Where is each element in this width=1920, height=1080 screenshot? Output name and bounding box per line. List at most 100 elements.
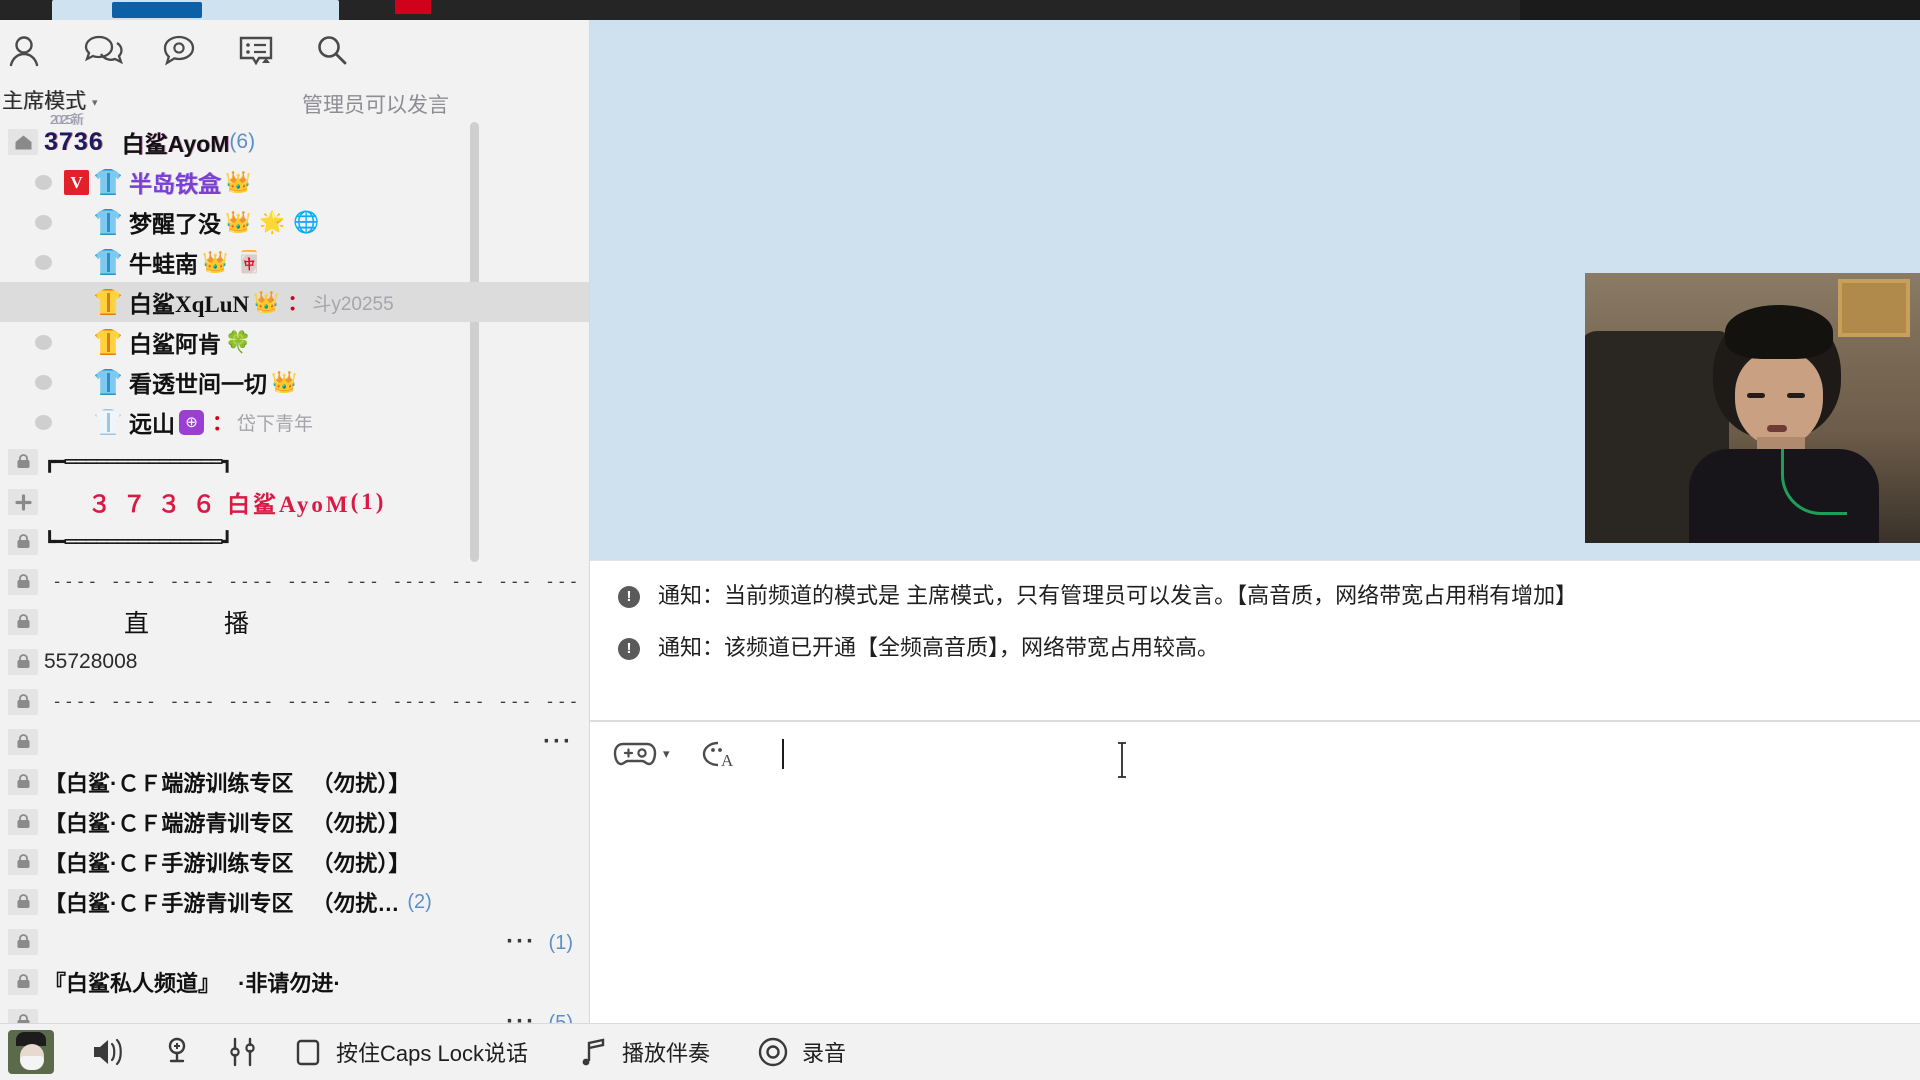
status-dot: [22, 334, 64, 350]
subchannel-decor-row[interactable]: ┏━═══════════════┓: [0, 442, 589, 482]
decor-line-top: ┏━═══════════════┓: [44, 450, 233, 473]
name-separator: ：: [287, 292, 309, 315]
play-accompaniment-label: 播放伴奏: [621, 1041, 710, 1066]
main-panel: ! 通知：当前频道的模式是 主席模式，只有管理员可以发言。【高音质，网络带宽占用…: [590, 20, 1920, 1023]
yy-voice-client-window: 主席模式 ▾ 管理员可以发言 2025新 3736 白鲨AyoM (6) V 半…: [0, 0, 1920, 1080]
notice-text: 通知：该频道已开通【全频高音质】，网络带宽占用较高。: [658, 635, 1220, 661]
ptt-key-icon[interactable]: 按住Caps Lock说话: [276, 1024, 544, 1080]
broadcast-panel-icon[interactable]: [230, 26, 282, 76]
lock-icon: [2, 729, 44, 755]
crown-emoji: 👑: [225, 210, 252, 234]
lock-icon: [2, 689, 44, 715]
info-icon: !: [618, 586, 640, 608]
subchannel-name: 『白鲨私人频道』: [44, 971, 221, 996]
lock-icon: [2, 529, 44, 555]
plus-icon[interactable]: [2, 489, 44, 515]
crown-emoji: 👑: [202, 250, 229, 274]
member-name: 半岛铁盒: [129, 171, 221, 197]
subchannel-row[interactable]: 【白鲨·ＣＦ手游青训专区 （勿扰… (2): [0, 882, 589, 922]
subchannel-live-row[interactable]: 直 播: [0, 602, 589, 642]
mouse-text-cursor: [1115, 742, 1127, 778]
avatar[interactable]: [8, 1030, 54, 1074]
member-row[interactable]: 看透世间一切 👑: [0, 362, 589, 402]
browser-tab-stub[interactable]: [52, 0, 339, 20]
subchannel-collapsed-row[interactable]: ··· (1): [0, 922, 589, 962]
member-row-selected[interactable]: 白鲨XqLuN 👑 ： 斗y20255: [0, 282, 589, 322]
subchannel-collapsed-row[interactable]: ···: [0, 722, 589, 762]
member-name: 白鲨XqLuN: [129, 292, 250, 317]
subchannel-name: 【白鲨·ＣＦ手游训练专区: [44, 851, 294, 876]
streamer-eye-right: [1787, 393, 1805, 398]
subchannel-name: 【白鲨·ＣＦ手游青训专区: [44, 891, 294, 916]
notice-item: ! 通知：该频道已开通【全频高音质】，网络带宽占用较高。: [612, 635, 1920, 661]
member-row[interactable]: 梦醒了没 👑 🌟 🌐: [0, 202, 589, 242]
wall-frame: [1838, 279, 1910, 337]
lock-icon: [2, 609, 44, 635]
decor-channel-count: (1): [350, 489, 387, 514]
channel-root-row[interactable]: 2025新 3736 白鲨AyoM (6): [0, 112, 589, 162]
status-dot: [22, 174, 64, 190]
subchannel-row[interactable]: 【白鲨·ＣＦ端游青训专区 （勿扰）】: [0, 802, 589, 842]
member-shirt-icon: [95, 409, 121, 435]
mahjong-emoji: 🀄: [236, 250, 263, 274]
member-row[interactable]: 白鲨阿肯 🍀: [0, 322, 589, 362]
mode-permission-note: 管理员可以发言: [302, 94, 449, 117]
subchannel-decor-row[interactable]: ---- ---- ---- ---- ---- --- ---- --- --…: [0, 562, 589, 602]
chrome-right-filler: [1520, 0, 1920, 20]
left-sidebar: 主席模式 ▾ 管理员可以发言 2025新 3736 白鲨AyoM (6) V 半…: [0, 20, 590, 1023]
chevron-down-icon[interactable]: ▾: [663, 746, 670, 762]
member-shirt-icon: [95, 169, 121, 195]
emoji-letter-icon[interactable]: A: [696, 737, 738, 771]
channel-member-count: (6): [229, 130, 256, 153]
record-icon[interactable]: 录音: [740, 1024, 862, 1080]
contacts-icon[interactable]: [2, 26, 54, 76]
subchannel-name: 【白鲨·ＣＦ端游青训专区: [44, 811, 294, 836]
info-icon: !: [618, 638, 640, 661]
subchannel-member-count: (2): [407, 890, 432, 913]
clover-emoji: 🍀: [225, 330, 252, 354]
speaker-icon[interactable]: [74, 1024, 144, 1080]
subchannel-note: （勿扰…: [311, 891, 400, 916]
subchannel-row[interactable]: 【白鲨·ＣＦ端游训练专区 （勿扰）】: [0, 762, 589, 802]
channel-name: 白鲨AyoM: [121, 131, 230, 157]
subchannel-collapsed-row[interactable]: ··· (5): [0, 1002, 589, 1023]
rank-badge-v: V: [64, 169, 89, 195]
gamepad-icon[interactable]: ▾: [612, 737, 670, 771]
crown-emoji: 👑: [271, 370, 298, 394]
overflow-ellipsis[interactable]: ···: [506, 1008, 536, 1023]
subchannel-note: ·非请勿进·: [238, 971, 341, 996]
subchannel-number-row[interactable]: 55728008: [0, 642, 589, 682]
search-icon[interactable]: [306, 26, 358, 76]
status-dot: [22, 254, 64, 270]
subchannel-title-row[interactable]: ３ ７ ３ ６ 白鲨AyoM (1): [0, 482, 589, 522]
overflow-ellipsis[interactable]: ···: [506, 928, 536, 955]
mixer-icon[interactable]: [210, 1024, 276, 1080]
member-row[interactable]: 牛蛙南 👑 🀄: [0, 242, 589, 282]
lock-icon: [2, 649, 44, 675]
subchannel-row[interactable]: 【白鲨·ＣＦ手游训练专区 （勿扰）】: [0, 842, 589, 882]
notice-item: ! 通知：当前频道的模式是 主席模式，只有管理员可以发言。【高音质，网络带宽占用…: [612, 583, 1920, 609]
microphone-icon[interactable]: [144, 1024, 210, 1080]
group-chat-icon[interactable]: [78, 26, 130, 76]
subchannel-decor-row[interactable]: ┗━═══════════════┛: [0, 522, 589, 562]
message-bubble-icon[interactable]: [154, 26, 206, 76]
star-emoji: 🌟: [259, 210, 286, 234]
status-dot: [22, 374, 64, 390]
chevron-down-icon[interactable]: ▾: [92, 96, 98, 109]
live-room-number: 55728008: [44, 650, 138, 673]
subchannel-decor-row[interactable]: ---- ---- ---- ---- ---- --- ---- --- --…: [0, 682, 589, 722]
member-shirt-icon: [95, 249, 121, 275]
lock-icon: [2, 929, 44, 955]
music-note-icon[interactable]: 播放伴奏: [562, 1024, 726, 1080]
bottom-toolbar: 按住Caps Lock说话 播放伴奏 录音: [0, 1023, 1920, 1080]
crown-emoji: 👑: [253, 290, 280, 314]
member-row[interactable]: 远山 ⊕ ： 岱下青年: [0, 402, 589, 442]
overflow-ellipsis[interactable]: ···: [543, 728, 573, 755]
subchannel-row[interactable]: 『白鲨私人频道』 ·非请勿进·: [0, 962, 589, 1002]
streamer-fringe: [1725, 305, 1833, 359]
member-row[interactable]: V 半岛铁盒 👑: [0, 162, 589, 202]
member-name: 远山: [129, 411, 175, 437]
video-stage[interactable]: [590, 20, 1920, 560]
webcam-feed[interactable]: [1585, 273, 1920, 543]
red-indicator-chip: [395, 0, 431, 14]
